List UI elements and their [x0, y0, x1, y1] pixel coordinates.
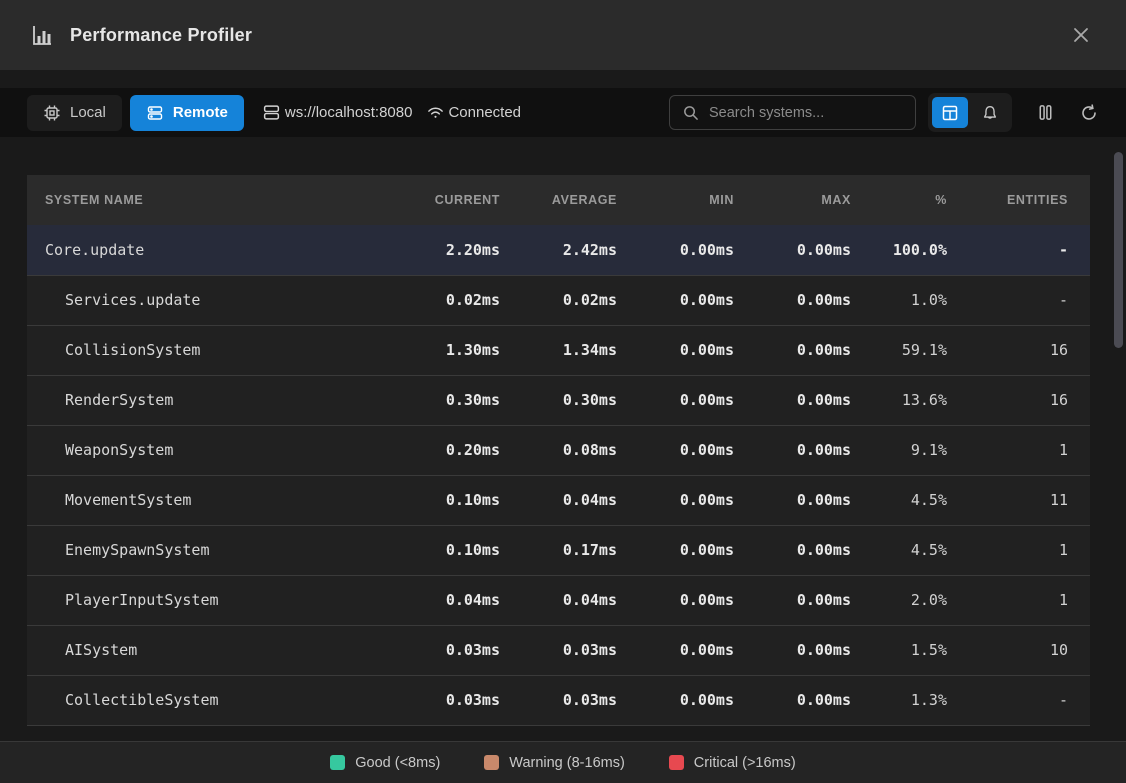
cpu-icon: [43, 104, 61, 122]
pause-icon: [1036, 103, 1055, 122]
page-title: Performance Profiler: [70, 25, 252, 46]
view-toggle-group: [928, 93, 1012, 132]
column-header-current[interactable]: CURRENT: [405, 175, 522, 225]
bell-icon: [981, 104, 999, 122]
table-row[interactable]: PlayerInputSystem 0.04ms 0.04ms 0.00ms 0…: [27, 575, 1090, 625]
column-header-max[interactable]: MAX: [756, 175, 873, 225]
legend-swatch: [330, 755, 345, 770]
column-header-entities[interactable]: ENTITIES: [969, 175, 1090, 225]
table-view-icon: [941, 104, 959, 122]
legend-swatch: [669, 755, 684, 770]
systems-table: SYSTEM NAME CURRENT AVERAGE MIN MAX % EN…: [27, 175, 1090, 726]
local-button-label: Local: [70, 104, 106, 121]
table-row[interactable]: RenderSystem 0.30ms 0.30ms 0.00ms 0.00ms…: [27, 375, 1090, 425]
table-row[interactable]: Core.update 2.20ms 2.42ms 0.00ms 0.00ms …: [27, 225, 1090, 275]
local-button[interactable]: Local: [27, 95, 122, 131]
connection-status: Connected: [426, 103, 521, 122]
remote-button[interactable]: Remote: [130, 95, 244, 131]
legend-item: Critical (>16ms): [669, 755, 796, 771]
server-icon: [146, 104, 164, 122]
legend-item: Good (<8ms): [330, 755, 440, 771]
titlebar: Performance Profiler: [0, 0, 1126, 70]
legend-label: Critical (>16ms): [694, 755, 796, 771]
legend-label: Good (<8ms): [355, 755, 440, 771]
column-header-system-name[interactable]: SYSTEM NAME: [27, 175, 405, 225]
refresh-button[interactable]: [1079, 103, 1099, 123]
column-header-average[interactable]: AVERAGE: [522, 175, 639, 225]
remote-button-label: Remote: [173, 104, 228, 121]
table-row[interactable]: EnemySpawnSystem 0.10ms 0.17ms 0.00ms 0.…: [27, 525, 1090, 575]
close-icon: [1070, 24, 1092, 46]
close-button[interactable]: [1066, 20, 1096, 50]
vertical-scrollbar-thumb[interactable]: [1114, 152, 1123, 348]
table-row[interactable]: CollectibleSystem 0.03ms 0.03ms 0.00ms 0…: [27, 675, 1090, 725]
status-legend: Good (<8ms) Warning (8-16ms) Critical (>…: [0, 741, 1126, 783]
search-box: [669, 95, 916, 130]
table-row[interactable]: Services.update 0.02ms 0.02ms 0.00ms 0.0…: [27, 275, 1090, 325]
legend-swatch: [484, 755, 499, 770]
table-row[interactable]: AISystem 0.03ms 0.03ms 0.00ms 0.00ms 1.5…: [27, 625, 1090, 675]
legend-label: Warning (8-16ms): [509, 755, 625, 771]
endpoint-label: ws://localhost:8080: [262, 103, 413, 122]
table-view-button[interactable]: [932, 97, 968, 128]
table-row[interactable]: MovementSystem 0.10ms 0.04ms 0.00ms 0.00…: [27, 475, 1090, 525]
search-icon: [682, 104, 699, 121]
table-header-row: SYSTEM NAME CURRENT AVERAGE MIN MAX % EN…: [27, 175, 1090, 225]
alerts-button[interactable]: [972, 97, 1008, 128]
server-icon: [262, 103, 281, 122]
toolbar: Local Remote ws://localhost:8080: [0, 88, 1126, 137]
bar-chart-icon: [30, 23, 54, 47]
table-row[interactable]: WeaponSystem 0.20ms 0.08ms 0.00ms 0.00ms…: [27, 425, 1090, 475]
column-header-min[interactable]: MIN: [639, 175, 756, 225]
pause-button[interactable]: [1036, 103, 1055, 122]
search-input[interactable]: [709, 105, 903, 121]
legend-item: Warning (8-16ms): [484, 755, 625, 771]
column-header-percent[interactable]: %: [873, 175, 969, 225]
wifi-icon: [426, 103, 445, 122]
refresh-icon: [1079, 103, 1099, 123]
table-row[interactable]: CollisionSystem 1.30ms 1.34ms 0.00ms 0.0…: [27, 325, 1090, 375]
